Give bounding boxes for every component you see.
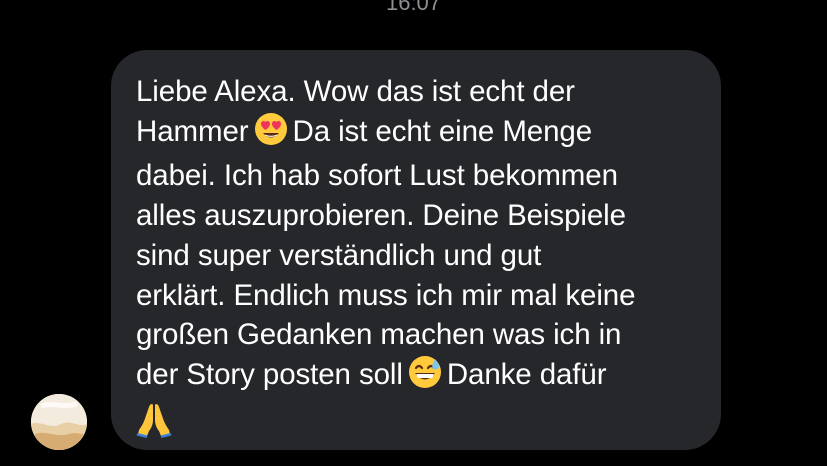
message-line: der Story posten soll Danke dafür [136,355,695,400]
message-timestamp: 16:07 [385,0,442,15]
message-text-segment: alles auszuprobieren. Deine Beispiele [136,199,626,233]
message-text-segment: der Story posten soll [136,357,403,391]
message-text-segment: dabei. Ich hab sofort Lust bekommen [136,159,618,193]
message-text-segment: Liebe Alexa. Wow das ist echt der [136,75,575,108]
message-line [136,400,695,449]
message-line: dabei. Ich hab sofort Lust bekommen [136,156,695,196]
heart-eyes-emoji-icon [254,112,288,157]
message-line: großen Gedanken machen was ich in [136,315,695,355]
chat-screen: 16:07 Liebe Alexa. Wow das ist echt der … [0,0,827,466]
message-text-segment: Da ist echt eine Menge [292,114,593,148]
avatar-photo-icon [31,394,87,450]
message-line: alles auszuprobieren. Deine Beispiele [136,196,695,236]
message-text-segment: Hammer [136,114,249,148]
message-line: erklärt. Endlich muss ich mir mal keine [136,276,695,316]
message-line: Liebe Alexa. Wow das ist echt der [136,72,695,112]
sender-avatar[interactable] [31,394,87,450]
message-text: Liebe Alexa. Wow das ist echt der Hammer… [136,72,695,448]
message-text-segment: sind super verständlich und gut [136,238,542,272]
grinning-sweat-emoji-icon [408,355,442,400]
folded-hands-emoji-icon [136,400,172,449]
message-text-segment: großen Gedanken machen was ich in [136,318,622,352]
incoming-message-bubble[interactable]: Liebe Alexa. Wow das ist echt der Hammer… [111,50,721,450]
message-line: Hammer Da ist echt eine Menge [136,112,695,157]
message-line: sind super verständlich und gut [136,236,695,276]
message-text-segment: erklärt. Endlich muss ich mir mal keine [136,278,636,312]
message-text-segment: Danke dafür [446,357,607,391]
